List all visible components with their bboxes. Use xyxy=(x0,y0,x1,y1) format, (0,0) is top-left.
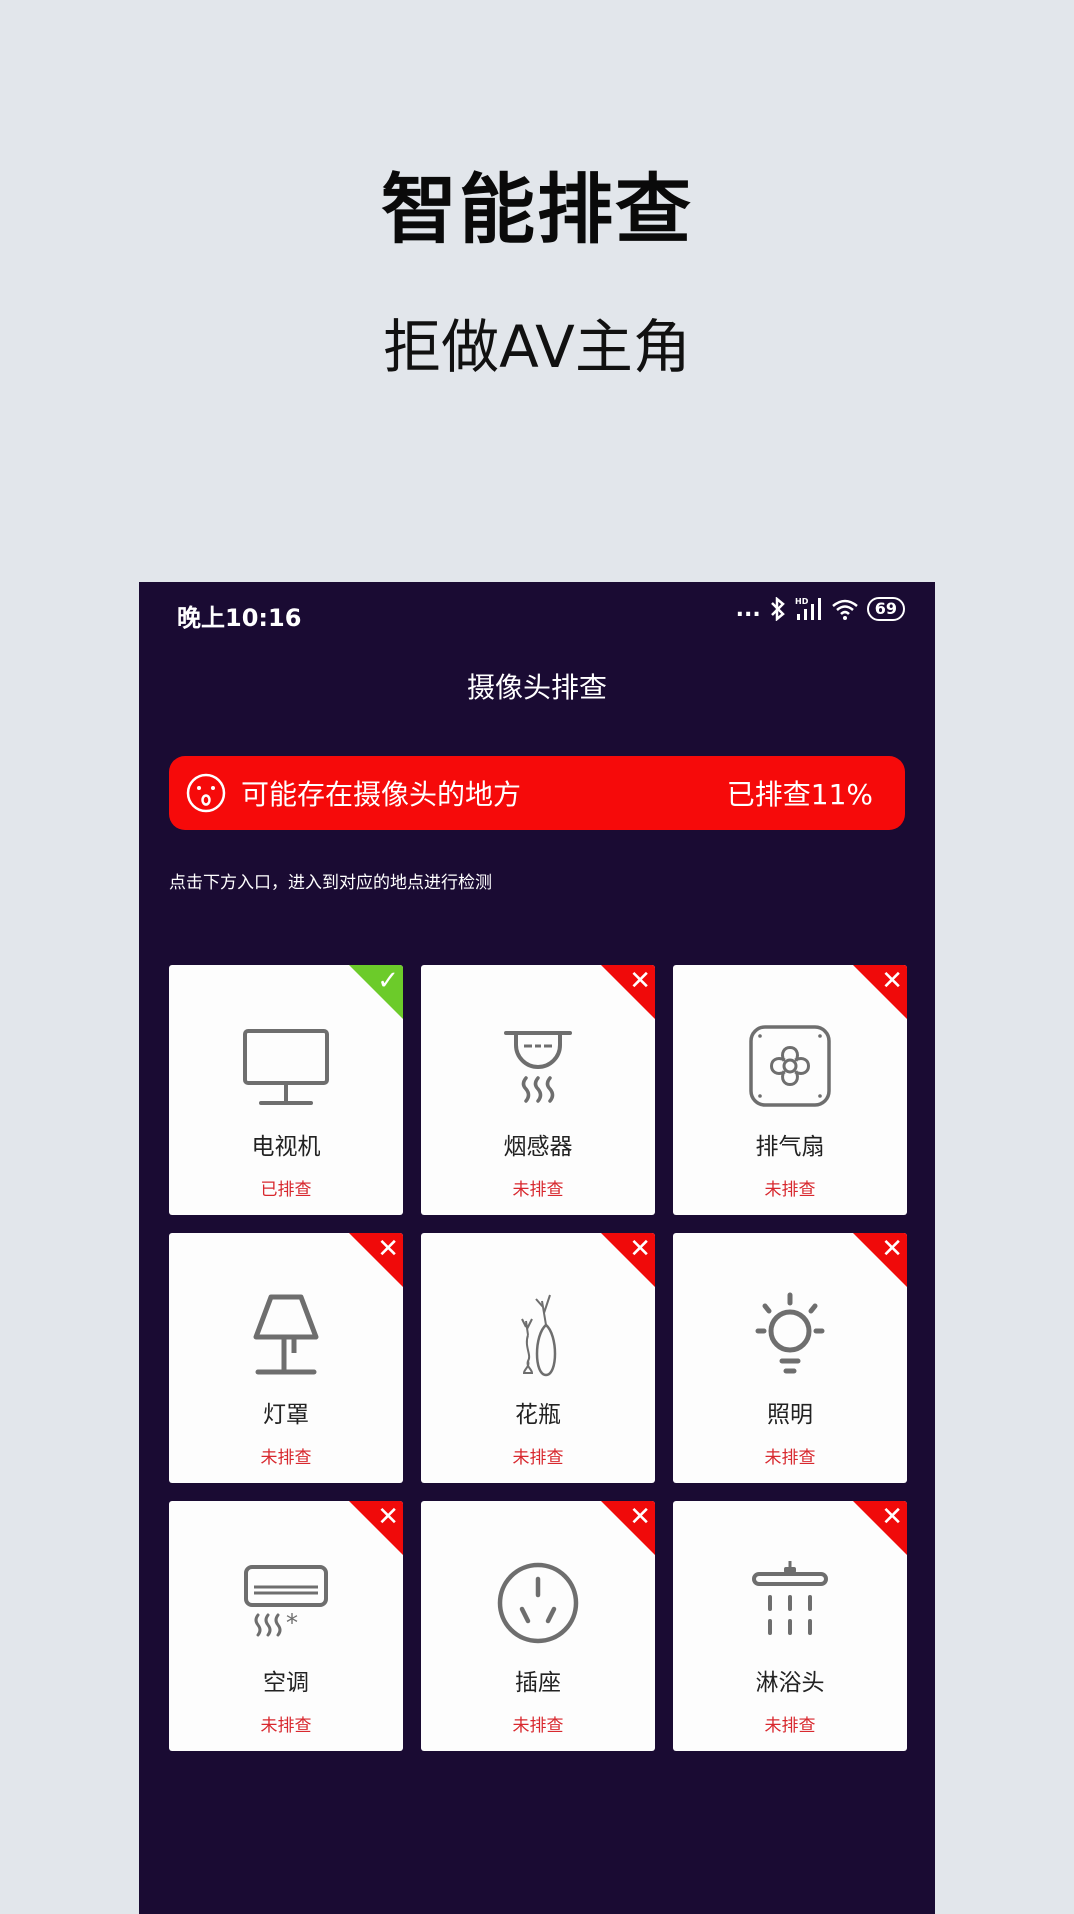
bluetooth-icon xyxy=(770,597,785,621)
shower-head-icon xyxy=(752,1561,828,1635)
tv-icon xyxy=(243,1029,329,1105)
location-card-lamp-shade[interactable]: ✕ 灯罩 未排查 xyxy=(169,1233,403,1483)
svg-text:*: * xyxy=(286,1609,298,1637)
phone-screen: 晚上10:16 ... HD 69 摄像头排查 可能存在摄像头的地方 已排查11… xyxy=(139,582,935,1914)
check-icon: ✓ xyxy=(377,966,399,996)
location-status: 未排查 xyxy=(764,1180,816,1200)
exhaust-fan-icon xyxy=(749,1025,831,1107)
more-dots-icon: ... xyxy=(735,596,761,622)
location-card-vase[interactable]: ✕ 花瓶 未排查 xyxy=(421,1233,655,1483)
status-bar: 晚上10:16 ... HD 69 xyxy=(139,582,935,648)
alert-bar: 可能存在摄像头的地方 已排查11% xyxy=(169,756,905,830)
promo-subtitle: 拒做AV主角 xyxy=(383,313,691,381)
power-socket-icon xyxy=(497,1562,579,1644)
location-name: 排气扇 xyxy=(755,1134,825,1160)
close-icon: ✕ xyxy=(881,966,903,996)
location-card-socket[interactable]: ✕ 插座 未排查 xyxy=(421,1501,655,1751)
app-title: 摄像头排查 xyxy=(466,671,607,704)
location-card-tv[interactable]: ✓ 电视机 已排查 xyxy=(169,965,403,1215)
location-grid: ✓ 电视机 已排查 ✕ 烟感器 未排查 ✕ 排气扇 未排查 ✕ 灯罩 未排查 ✕… xyxy=(169,965,907,1751)
light-bulb-icon xyxy=(755,1292,825,1374)
smoke-detector-icon xyxy=(504,1031,572,1103)
wifi-icon xyxy=(831,599,858,620)
signal-hd-icon: HD xyxy=(795,597,821,620)
location-card-air-conditioner[interactable]: ✕ * 空调 未排查 xyxy=(169,1501,403,1751)
progress-label: 已排查11% xyxy=(726,778,873,811)
vase-icon xyxy=(521,1294,557,1377)
location-name: 电视机 xyxy=(251,1134,321,1160)
svg-text:HD: HD xyxy=(795,597,809,606)
close-icon: ✕ xyxy=(881,1502,903,1532)
location-card-lighting[interactable]: ✕ 照明 未排查 xyxy=(673,1233,907,1483)
alert-text: 可能存在摄像头的地方 xyxy=(241,778,522,811)
hint-text: 点击下方入口，进入到对应的地点进行检测 xyxy=(169,873,492,893)
location-status: 已排查 xyxy=(260,1180,312,1200)
location-status: 未排查 xyxy=(512,1716,564,1736)
location-name: 空调 xyxy=(263,1670,309,1696)
promo-title: 智能排查 xyxy=(381,165,693,254)
location-card-smoke-detector[interactable]: ✕ 烟感器 未排查 xyxy=(421,965,655,1215)
air-conditioner-icon: * xyxy=(244,1565,328,1637)
status-time: 晚上10:16 xyxy=(177,604,302,632)
location-name: 烟感器 xyxy=(503,1134,573,1160)
close-icon: ✕ xyxy=(377,1234,399,1264)
location-name: 照明 xyxy=(767,1402,813,1428)
location-card-exhaust-fan[interactable]: ✕ 排气扇 未排查 xyxy=(673,965,907,1215)
lamp-shade-icon xyxy=(253,1294,319,1375)
location-status: 未排查 xyxy=(260,1448,312,1468)
location-name: 花瓶 xyxy=(515,1402,561,1428)
location-name: 灯罩 xyxy=(263,1402,309,1428)
close-icon: ✕ xyxy=(377,1502,399,1532)
location-status: 未排查 xyxy=(764,1716,816,1736)
close-icon: ✕ xyxy=(629,966,651,996)
location-status: 未排查 xyxy=(260,1716,312,1736)
location-status: 未排查 xyxy=(512,1448,564,1468)
battery-icon: 69 xyxy=(866,597,905,621)
location-card-shower-head[interactable]: ✕ 淋浴头 未排查 xyxy=(673,1501,907,1751)
close-icon: ✕ xyxy=(881,1234,903,1264)
location-status: 未排查 xyxy=(764,1448,816,1468)
status-icons: ... HD 69 xyxy=(736,596,905,622)
location-name: 淋浴头 xyxy=(755,1670,825,1696)
surprised-face-icon xyxy=(186,773,226,813)
close-icon: ✕ xyxy=(629,1234,651,1264)
location-name: 插座 xyxy=(515,1670,561,1696)
close-icon: ✕ xyxy=(629,1502,651,1532)
location-status: 未排查 xyxy=(512,1180,564,1200)
